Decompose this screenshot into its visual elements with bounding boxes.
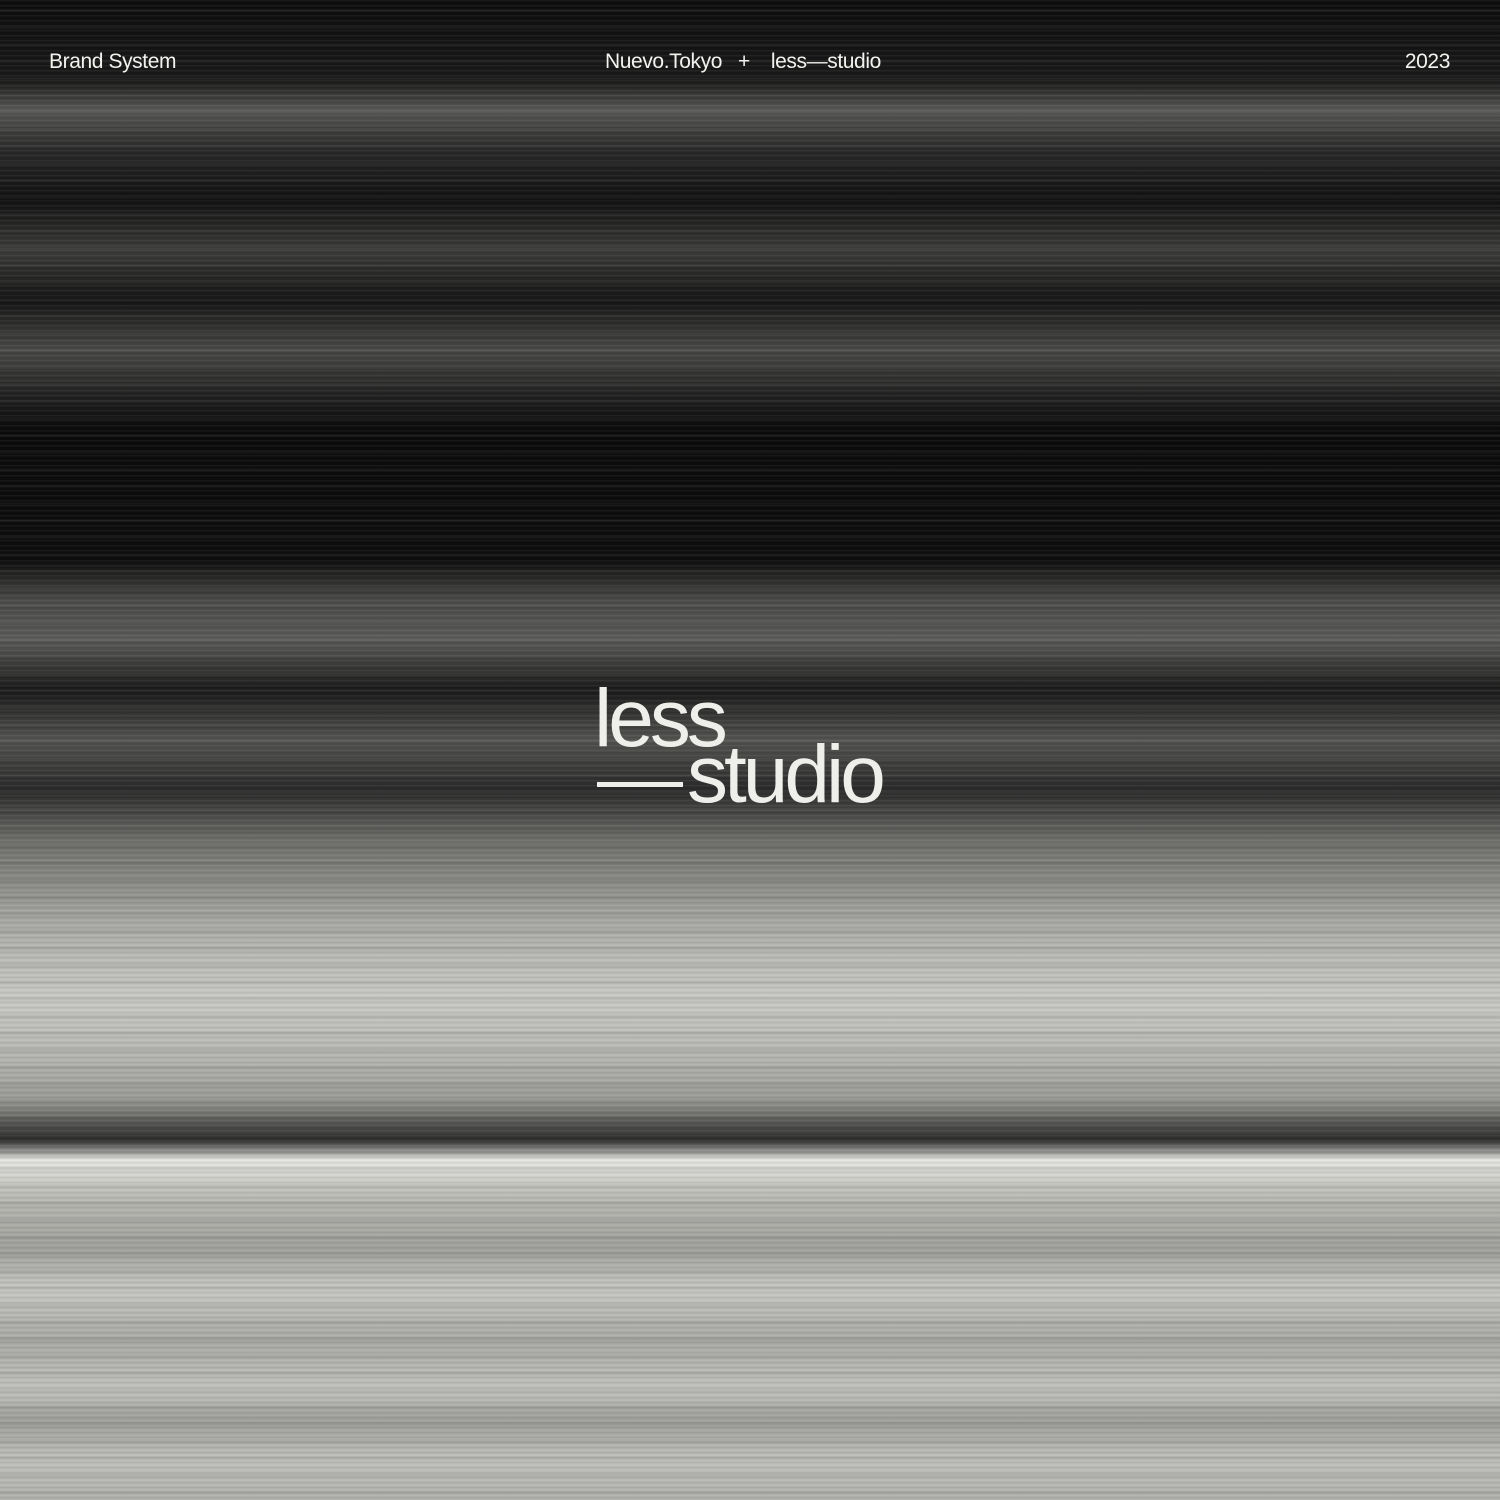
header-plus-separator: + <box>738 50 750 73</box>
header-bar: Brand System Nuevo.Tokyo + less—studio 202… <box>0 46 1500 78</box>
logo-em-dash <box>597 782 683 787</box>
poster-canvas: Brand System Nuevo.Tokyo + less—studio 202… <box>0 0 1500 1500</box>
header-partner-label: Nuevo.Tokyo <box>605 50 722 73</box>
header-studio-label: less—studio <box>770 50 881 73</box>
header-year-label: 2023 <box>1404 50 1451 73</box>
header-left-label: Brand System <box>49 50 177 73</box>
less-studio-logo: less studio <box>594 676 914 826</box>
logo-word-studio: studio <box>687 729 886 820</box>
header-center-group: Nuevo.Tokyo + less—studio <box>605 50 881 74</box>
